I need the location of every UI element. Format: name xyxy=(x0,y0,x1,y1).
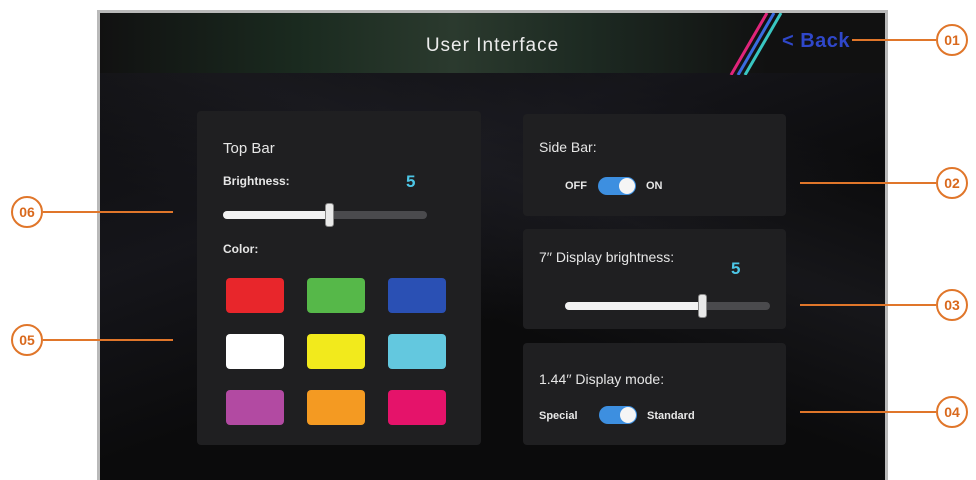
display7-label: 7′′ Display brightness: xyxy=(539,249,675,265)
color-swatch[interactable] xyxy=(226,390,284,425)
display-mode-special-label: Special xyxy=(539,410,578,422)
color-swatch[interactable] xyxy=(307,278,365,313)
display7-value: 5 xyxy=(731,259,741,278)
callout-01: 01 xyxy=(936,24,968,56)
display7-panel: 7′′ Display brightness: 5 xyxy=(523,229,786,329)
callout-02: 02 xyxy=(936,167,968,199)
device-screen: User Interface < Back Top Bar Brightness… xyxy=(97,10,888,480)
color-swatch[interactable] xyxy=(388,278,446,313)
color-swatch[interactable] xyxy=(307,390,365,425)
side-bar-toggle-knob xyxy=(619,178,635,194)
color-swatch[interactable] xyxy=(388,390,446,425)
back-button[interactable]: < Back xyxy=(782,30,850,53)
brightness-slider-handle[interactable] xyxy=(325,203,335,227)
display7-brightness-slider[interactable] xyxy=(565,294,770,318)
side-bar-on-label: ON xyxy=(646,180,663,192)
callout-02-line xyxy=(800,182,936,184)
callout-04: 04 xyxy=(936,396,968,428)
brightness-label: Brightness: xyxy=(223,174,290,188)
top-bar-title: Top Bar xyxy=(223,140,275,157)
callout-03-line xyxy=(800,304,936,306)
display144-panel: 1.44′′ Display mode: Special Standard xyxy=(523,343,786,445)
side-bar-label: Side Bar: xyxy=(539,139,597,155)
display-mode-toggle[interactable] xyxy=(599,406,637,424)
color-swatch[interactable] xyxy=(388,334,446,369)
decorative-stripes-icon xyxy=(729,13,783,75)
callout-01-line xyxy=(852,39,936,41)
color-swatch[interactable] xyxy=(226,334,284,369)
color-label: Color: xyxy=(223,242,259,256)
display-mode-toggle-knob xyxy=(620,407,636,423)
callout-03: 03 xyxy=(936,289,968,321)
brightness-slider-fill xyxy=(223,211,330,219)
display7-slider-handle[interactable] xyxy=(698,294,708,318)
callout-06: 06 xyxy=(11,196,43,228)
callout-05-line xyxy=(43,339,173,341)
callout-06-line xyxy=(43,211,173,213)
display144-label: 1.44′′ Display mode: xyxy=(539,371,665,387)
callout-04-line xyxy=(800,411,936,413)
display-mode-standard-label: Standard xyxy=(647,410,695,422)
display7-slider-fill xyxy=(565,302,703,310)
brightness-slider[interactable] xyxy=(223,203,427,227)
color-swatch[interactable] xyxy=(307,334,365,369)
color-swatch[interactable] xyxy=(226,278,284,313)
side-bar-panel: Side Bar: OFF ON xyxy=(523,114,786,216)
side-bar-toggle[interactable] xyxy=(598,177,636,195)
side-bar-off-label: OFF xyxy=(565,180,587,192)
top-bar-panel: Top Bar Brightness: 5 Color: xyxy=(197,111,481,445)
brightness-value: 5 xyxy=(406,172,416,191)
header-bar: User Interface < Back xyxy=(100,13,885,75)
callout-05: 05 xyxy=(11,324,43,356)
